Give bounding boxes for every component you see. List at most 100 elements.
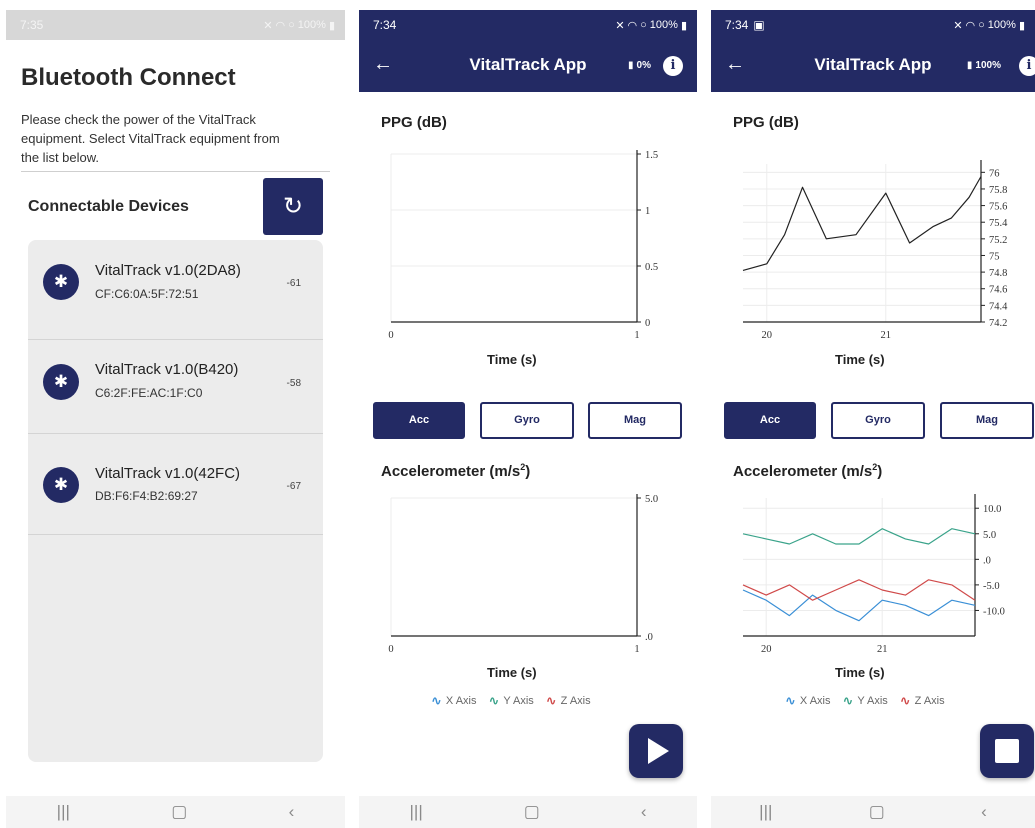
y-tick-label: 75 — [989, 251, 1000, 262]
y-tick-label: 1.5 — [645, 150, 658, 161]
device-battery: ▮ 0% — [628, 60, 651, 71]
device-item[interactable]: ✱ VitalTrack v1.0(B420) C6:2F:FE:AC:1F:C… — [28, 334, 323, 434]
status-bar: 7:35 ✕ ◠ ○ 100% ▮ — [6, 10, 345, 40]
x-tick-label: 20 — [761, 644, 772, 655]
wave-icon: ∿ — [488, 693, 500, 708]
bluetooth-icon: ✱ — [43, 467, 79, 503]
wave-icon: ∿ — [842, 693, 854, 708]
device-name: VitalTrack v1.0(42FC) — [95, 465, 241, 482]
y-tick-label: 76 — [989, 168, 1000, 179]
refresh-icon: ↻ — [282, 193, 304, 220]
tab-mag[interactable]: Mag — [588, 402, 682, 439]
y-tick-label: 75.2 — [989, 235, 1007, 246]
status-bar: 7:34 ✕ ◠ ○ 100% ▮ — [359, 10, 697, 40]
gallery-icon: ▣ — [753, 18, 765, 32]
device-rssi: -67 — [286, 481, 301, 492]
x-tick-label: 0 — [388, 330, 393, 341]
device-mac: CF:C6:0A:5F:72:51 — [95, 287, 199, 301]
wave-icon: ∿ — [431, 693, 442, 708]
battery-icon: ▮ — [680, 19, 687, 32]
y-tick-label: 0.5 — [645, 262, 658, 273]
device-item[interactable]: ✱ VitalTrack v1.0(42FC) DB:F6:F4:B2:69:2… — [28, 435, 323, 535]
refresh-button[interactable]: ↻ — [263, 178, 323, 235]
home-icon[interactable]: ▢ — [869, 802, 885, 822]
status-time: 7:35 — [20, 18, 44, 32]
stop-icon — [995, 739, 1019, 763]
tab-gyro[interactable]: Gyro — [831, 402, 925, 439]
system-nav-bar: ||| ▢ ‹ — [359, 796, 697, 828]
back-nav-icon[interactable]: ‹ — [981, 802, 987, 822]
chart-legend: ∿ X Axis ∿ Y Axis ∿ Z Axis — [431, 693, 591, 709]
legend-x-label: X Axis — [799, 695, 831, 707]
legend-z-label: Z Axis — [560, 695, 591, 707]
legend-y: ∿ Y Axis — [488, 693, 533, 709]
legend-z-label: Z Axis — [914, 695, 945, 707]
recents-icon[interactable]: ||| — [57, 802, 70, 822]
battery-icon: ▮ — [1018, 19, 1025, 32]
start-button[interactable] — [629, 724, 683, 778]
x-tick-label: 1 — [634, 644, 639, 655]
accelerometer-title-text: Accelerometer (m/s — [733, 463, 873, 480]
accelerometer-x-axis-title: Time (s) — [487, 665, 537, 680]
legend-y-label: Y Axis — [857, 695, 888, 707]
divider — [21, 171, 330, 172]
status-time: 7:34 — [725, 18, 749, 32]
recents-icon[interactable]: ||| — [759, 802, 772, 822]
home-icon[interactable]: ▢ — [171, 802, 187, 822]
device-battery-value: 0% — [636, 60, 651, 71]
y-tick-label: 75.4 — [989, 218, 1008, 229]
y-tick-label: -5.0 — [983, 581, 1000, 592]
info-icon[interactable]: i — [1019, 56, 1035, 76]
alarm-icon: ○ — [978, 19, 985, 31]
wifi-icon: ◠ — [275, 19, 286, 32]
x-tick-label: 0 — [388, 644, 393, 655]
stop-button[interactable] — [980, 724, 1034, 778]
ppg-series-line — [742, 176, 982, 271]
tab-acc[interactable]: Acc — [724, 402, 816, 439]
y-tick-label: 74.2 — [989, 318, 1007, 329]
accelerometer-chart-title: Accelerometer (m/s2) — [381, 462, 531, 480]
ppg-chart: 74.2 74.4 74.6 74.8 75 75.2 75.4 75.6 75.8 76 20 21 — [742, 160, 1008, 341]
series-x-axis-line — [742, 589, 976, 622]
legend-z: ∿ Z Axis — [900, 693, 945, 709]
tab-mag[interactable]: Mag — [940, 402, 1034, 439]
tab-acc[interactable]: Acc — [373, 402, 465, 439]
y-tick-label: 75.8 — [989, 185, 1007, 196]
y-tick-label: 74.6 — [989, 285, 1007, 296]
y-tick-label: 5.0 — [645, 494, 658, 505]
info-icon[interactable]: i — [663, 56, 683, 76]
back-nav-icon[interactable]: ‹ — [289, 802, 295, 822]
battery-icon: ▮ — [328, 19, 335, 32]
vitaltrack-idle-screen: 7:34 ✕ ◠ ○ 100% ▮ ← VitalTrack App ▮ 0% … — [359, 0, 697, 828]
accelerometer-chart-title: Accelerometer (m/s2) — [733, 462, 883, 480]
device-name: VitalTrack v1.0(2DA8) — [95, 262, 241, 279]
wave-icon: ∿ — [545, 693, 557, 708]
status-battery: 100% — [649, 19, 678, 31]
device-mac: C6:2F:FE:AC:1F:C0 — [95, 386, 203, 400]
y-tick-label: 74.8 — [989, 268, 1007, 279]
accelerometer-x-axis-title: Time (s) — [835, 665, 885, 680]
x-tick-label: 1 — [634, 330, 639, 341]
accelerometer-title-sup: 2 — [872, 462, 878, 472]
vitaltrack-live-screen: 7:34 ▣ ✕ ◠ ○ 100% ▮ ← VitalTrack App ▮ 10… — [711, 0, 1035, 828]
ppg-chart: 00.511.50 1 — [388, 150, 658, 341]
tab-gyro[interactable]: Gyro — [480, 402, 574, 439]
x-tick-label: 20 — [762, 330, 773, 341]
system-nav-bar: ||| ▢ ‹ — [711, 796, 1035, 828]
bluetooth-icon: ✱ — [43, 264, 79, 300]
wave-icon: ∿ — [785, 693, 796, 708]
recents-icon[interactable]: ||| — [410, 802, 423, 822]
device-battery: ▮ 100% — [967, 60, 1001, 71]
play-icon — [648, 738, 669, 764]
alarm-icon: ○ — [640, 19, 647, 31]
y-tick-label: 1 — [645, 206, 650, 217]
device-item[interactable]: ✱ VitalTrack v1.0(2DA8) CF:C6:0A:5F:72:5… — [28, 240, 323, 340]
y-tick-label: 10.0 — [983, 504, 1001, 515]
home-icon[interactable]: ▢ — [524, 802, 540, 822]
device-mac: DB:F6:F4:B2:69:27 — [95, 489, 198, 503]
y-tick-label: .0 — [645, 632, 653, 643]
back-nav-icon[interactable]: ‹ — [641, 802, 647, 822]
legend-z: ∿ Z Axis — [546, 693, 591, 709]
y-tick-label: -10.0 — [983, 606, 1005, 617]
y-tick-label: 5.0 — [983, 530, 996, 541]
